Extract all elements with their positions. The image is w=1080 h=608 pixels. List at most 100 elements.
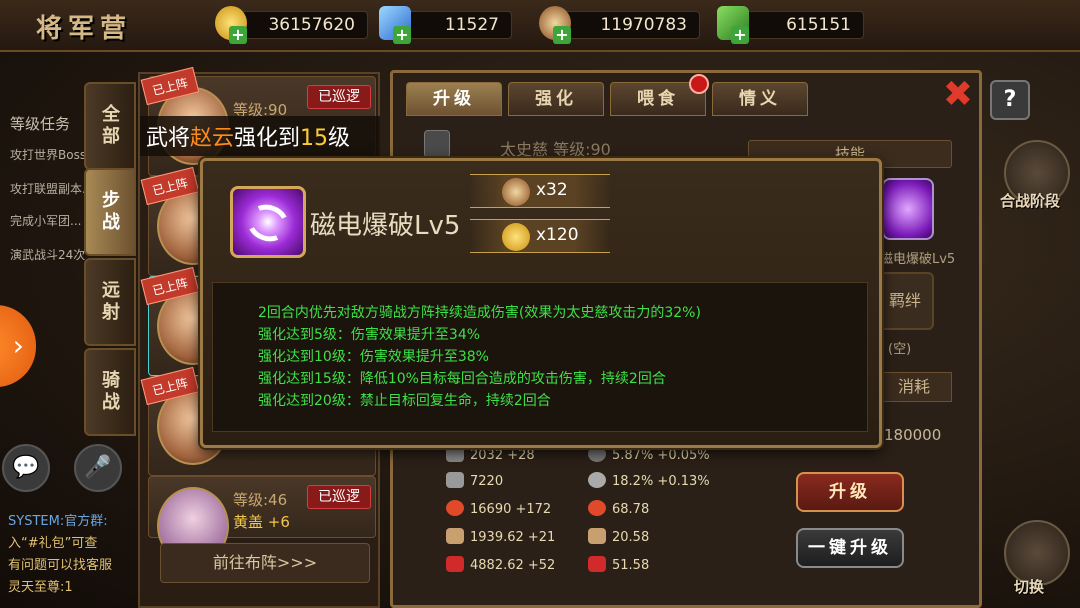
popup-skill-name: 磁电爆破Lv5 bbox=[310, 211, 461, 241]
attack-icon bbox=[446, 446, 464, 462]
chevron-right-icon: › bbox=[12, 329, 24, 362]
stat-left: 1939.62 +21 bbox=[470, 530, 556, 545]
add-gold-button[interactable]: + bbox=[229, 26, 247, 44]
banner-pre: 武将 bbox=[146, 126, 191, 151]
stat-left: 4882.62 +52 bbox=[470, 558, 556, 573]
system-message: 入“#礼包”可查 bbox=[8, 536, 98, 551]
description-line: 强化达到10级：伤害效果提升至38% bbox=[258, 349, 489, 365]
stat-right: 51.58 bbox=[612, 558, 650, 573]
material-row: x32 bbox=[470, 174, 610, 208]
patrol-badge: 已巡逻 bbox=[307, 85, 371, 109]
material-qty: x32 bbox=[536, 180, 568, 200]
bond-slot[interactable]: 羁绊 bbox=[876, 272, 934, 330]
muscle-plus-icon bbox=[588, 528, 606, 544]
category-tab-all[interactable]: 全部 bbox=[84, 82, 136, 170]
gem-value: 11527 bbox=[444, 15, 499, 35]
one-click-upgrade-button[interactable]: 一键升级 bbox=[796, 528, 904, 568]
tab-upgrade[interactable]: 升级 bbox=[406, 82, 502, 116]
banner-hero: 赵云 bbox=[190, 126, 235, 151]
stat-row: 68.78 bbox=[588, 500, 649, 517]
gold-coin-icon bbox=[502, 223, 530, 251]
task-item[interactable]: 演武战斗24次 bbox=[10, 246, 85, 263]
stat-left: 2032 +28 bbox=[470, 448, 535, 463]
hero-exp-icon bbox=[502, 178, 530, 206]
blood-plus-icon bbox=[588, 556, 606, 572]
page-title: 将军营 bbox=[36, 14, 133, 44]
description-line: 强化达到20级：禁止目标回复生命，持续2回合 bbox=[258, 393, 551, 409]
gold-value: 36157620 bbox=[268, 15, 355, 35]
announcement-text: 武将赵云强化到15级 bbox=[146, 120, 350, 152]
description-line: 强化达到5级：伤害效果提升至34% bbox=[258, 327, 481, 343]
add-scroll-button[interactable]: + bbox=[731, 26, 749, 44]
task-item[interactable]: 完成小军团... bbox=[10, 212, 81, 229]
system-message: 有问题可以找客服 bbox=[8, 558, 113, 573]
notification-dot bbox=[689, 74, 709, 94]
stat-row: 16690 +172 bbox=[446, 500, 551, 517]
goto-formation-button[interactable]: 前往布阵>>> bbox=[160, 543, 370, 583]
material-qty: x120 bbox=[536, 225, 579, 245]
add-gem-button[interactable]: + bbox=[393, 26, 411, 44]
skill-label: 磁电爆破Lv5 bbox=[880, 252, 956, 267]
stat-row: 20.58 bbox=[588, 528, 649, 545]
upgrade-button[interactable]: 升级 bbox=[796, 472, 904, 512]
description-line: 2回合内优先对敌方骑战方阵持续造成伤害(效果为太史慈攻击力的32%) bbox=[258, 305, 701, 321]
tab-bond[interactable]: 情义 bbox=[712, 82, 808, 116]
stat-row: 51.58 bbox=[588, 556, 649, 573]
armor-icon bbox=[446, 472, 464, 488]
microphone-icon[interactable]: 🎤 bbox=[74, 444, 122, 492]
tab-enhance[interactable]: 强化 bbox=[508, 82, 604, 116]
help-icon[interactable]: ? bbox=[990, 80, 1030, 120]
banner-mid: 强化到 bbox=[234, 126, 301, 151]
category-tab-infantry[interactable]: 步战 bbox=[84, 168, 136, 256]
hero-card[interactable]: 等级:46 已巡逻 黄盖 +6 bbox=[148, 476, 376, 565]
add-exp-button[interactable]: + bbox=[553, 26, 571, 44]
description-line: 强化达到15级：降低10%目标每回合造成的攻击伤害，持续2回合 bbox=[258, 371, 666, 387]
close-icon[interactable]: ✖ bbox=[940, 77, 976, 114]
stat-row: 4882.62 +52 bbox=[446, 556, 555, 573]
category-tab-cavalry[interactable]: 骑战 bbox=[84, 348, 136, 436]
heart-plus-icon bbox=[588, 500, 606, 516]
dodge-icon bbox=[588, 472, 606, 488]
consume-label: 消耗 bbox=[876, 372, 952, 402]
stat-row: 18.2% +0.13% bbox=[588, 472, 710, 489]
gem-resource: + 11527 bbox=[379, 6, 512, 44]
stat-row: 1939.62 +21 bbox=[446, 528, 555, 545]
empty-label: (空) bbox=[888, 342, 912, 357]
cost-value: 180000 bbox=[884, 426, 942, 444]
patrol-badge: 已巡逻 bbox=[307, 485, 371, 509]
hero-level: 等级:46 bbox=[233, 491, 288, 509]
exp-resource: + 11970783 bbox=[539, 6, 700, 44]
switch-label: 切换 bbox=[1014, 578, 1045, 596]
muscle-icon bbox=[446, 528, 464, 544]
crit-icon bbox=[588, 446, 606, 462]
hero-name: 黄盖 +6 bbox=[233, 513, 290, 531]
stat-row: 5.87% +0.05% bbox=[588, 446, 710, 463]
stat-right: 20.58 bbox=[612, 530, 650, 545]
category-tab-ranged[interactable]: 远射 bbox=[84, 258, 136, 346]
hero-header: 太史慈 等级:90 bbox=[500, 140, 611, 159]
stat-right: 68.78 bbox=[612, 502, 650, 517]
stat-right: 18.2% +0.13% bbox=[612, 474, 710, 489]
system-message: SYSTEM:官方群: bbox=[8, 514, 108, 529]
material-row: x120 bbox=[470, 219, 610, 253]
stat-left: 16690 +172 bbox=[470, 502, 552, 517]
scroll-resource: + 615151 bbox=[717, 6, 864, 44]
stat-right: 5.87% +0.05% bbox=[612, 448, 710, 463]
task-item[interactable]: 攻打联盟副本... bbox=[10, 180, 93, 197]
stat-row: 2032 +28 bbox=[446, 446, 535, 463]
task-title: 等级任务 bbox=[10, 115, 71, 133]
heart-icon bbox=[446, 500, 464, 516]
scroll-value: 615151 bbox=[786, 15, 851, 35]
skill-icon[interactable] bbox=[882, 178, 934, 240]
system-message: 灵天至尊:1 bbox=[8, 580, 73, 595]
banner-level: 15 bbox=[300, 126, 329, 151]
chat-icon[interactable]: 💬 bbox=[2, 444, 50, 492]
blood-icon bbox=[446, 556, 464, 572]
gold-resource: + 36157620 bbox=[215, 6, 368, 44]
exp-value: 11970783 bbox=[600, 15, 687, 35]
stat-left: 7220 bbox=[470, 474, 504, 489]
skill-swirl-icon bbox=[230, 186, 306, 258]
battle-stage-label: 合战阶段 bbox=[1000, 192, 1061, 210]
banner-post: 级 bbox=[328, 126, 351, 151]
stat-row: 7220 bbox=[446, 472, 503, 489]
